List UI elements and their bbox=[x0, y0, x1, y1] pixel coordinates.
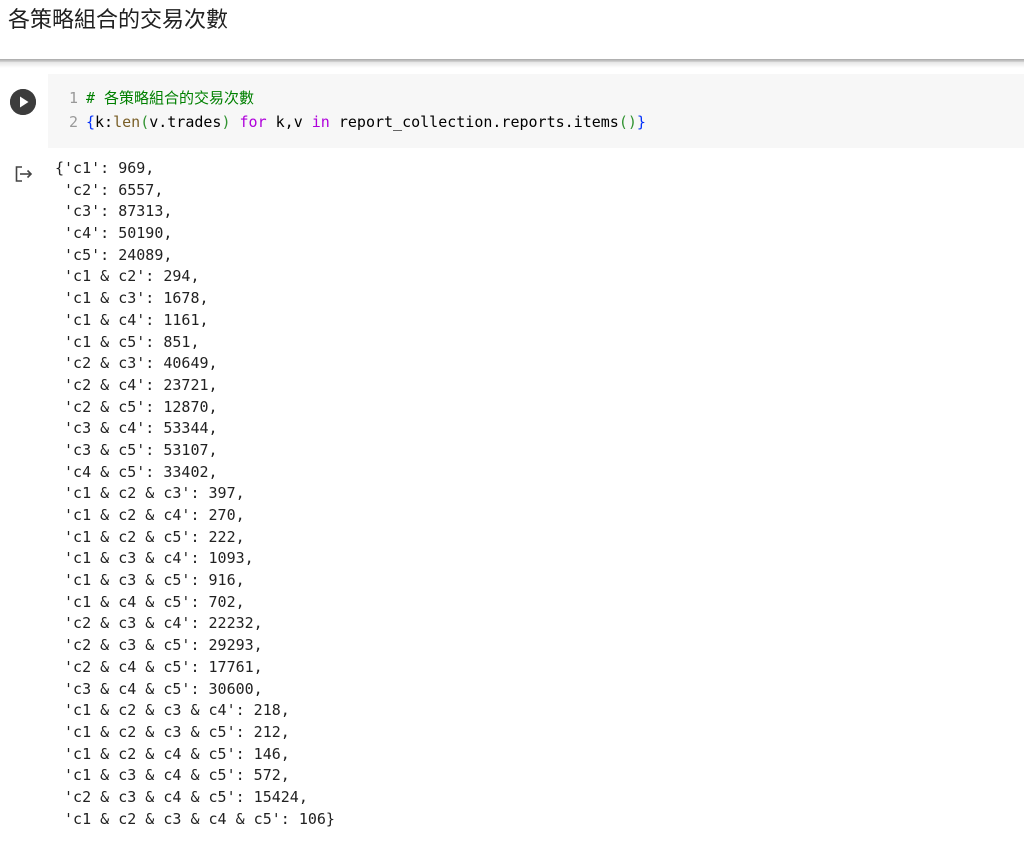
output-line: {'c1': 969, bbox=[55, 159, 155, 177]
output-line: 'c4 & c5': 33402, bbox=[55, 462, 218, 481]
line-number: 1 bbox=[68, 89, 78, 107]
output-line: 'c1 & c2 & c3 & c5': 212, bbox=[55, 722, 290, 741]
header-shadow bbox=[0, 62, 1024, 68]
output-arrow-icon-svg bbox=[15, 166, 33, 182]
output-line: 'c1 & c2': 294, bbox=[55, 267, 200, 286]
output-line: 'c2 & c3 & c4 & c5': 15424, bbox=[55, 787, 308, 806]
run-cell-button[interactable] bbox=[10, 89, 36, 115]
code-builtin-len: len bbox=[113, 113, 141, 131]
output-line: 'c1 & c3 & c5': 916, bbox=[55, 571, 245, 590]
code-cell[interactable]: 1 # 各策略組合的交易次數 2 {k:len(v.trades) for k,v … bbox=[0, 74, 1024, 148]
output-line: 'c2 & c4': 23721, bbox=[55, 375, 218, 394]
output-line: 'c1 & c4': 1161, bbox=[55, 310, 209, 329]
output-line: 'c1 & c2 & c3 & c4': 218, bbox=[55, 701, 290, 720]
code-line-2: 2 {k:len(v.trades) for k,v in report_coll… bbox=[48, 110, 646, 134]
output-line: 'c1 & c3': 1678, bbox=[55, 289, 209, 308]
code-arg: v.trades bbox=[149, 113, 222, 131]
code-keyword-for: for bbox=[239, 113, 267, 131]
output-line: 'c1 & c3 & c4': 1093, bbox=[55, 549, 254, 568]
notebook-text-cell: 各策略組合的交易次數 bbox=[0, 0, 1024, 68]
output-line: 'c3 & c4 & c5': 30600, bbox=[55, 679, 263, 698]
output-line: 'c5': 24089, bbox=[55, 245, 173, 264]
output-line: 'c3': 87313, bbox=[55, 202, 173, 221]
section-title: 各策略組合的交易次數 bbox=[8, 8, 229, 33]
output-line: 'c4': 50190, bbox=[55, 224, 173, 243]
code-close-paren: ) bbox=[221, 113, 231, 131]
code-line-1: 1 # 各策略組合的交易次數 bbox=[48, 86, 254, 110]
output-line: 'c1 & c2 & c3 & c4 & c5': 106} bbox=[55, 809, 335, 828]
output-line: 'c2 & c3': 40649, bbox=[55, 354, 218, 373]
output-arrow-icon[interactable] bbox=[14, 165, 34, 183]
cell-output: {'c1': 969, 'c2': 6557, 'c3': 87313, 'c4… bbox=[0, 155, 1024, 845]
output-line: 'c2': 6557, bbox=[55, 180, 164, 199]
output-line: 'c3 & c5': 53107, bbox=[55, 440, 218, 459]
code-comment: # 各策略組合的交易次數 bbox=[86, 89, 255, 107]
code-close-brace: } bbox=[636, 113, 646, 131]
output-text: {'c1': 969, 'c2': 6557, 'c3': 87313, 'c4… bbox=[55, 158, 335, 830]
code-call-parens: () bbox=[618, 113, 637, 131]
code-keyword-in: in bbox=[311, 113, 330, 131]
play-circle-icon[interactable] bbox=[10, 89, 36, 115]
code-loop-vars: k,v bbox=[266, 113, 312, 131]
output-line: 'c1 & c2 & c5': 222, bbox=[55, 527, 245, 546]
output-line: 'c1 & c2 & c3': 397, bbox=[55, 484, 245, 503]
output-line: 'c3 & c4': 53344, bbox=[55, 419, 218, 438]
output-line: 'c1 & c5': 851, bbox=[55, 332, 200, 351]
code-open-brace: { bbox=[86, 113, 96, 131]
line-number: 2 bbox=[68, 113, 78, 131]
code-open-paren: ( bbox=[140, 113, 150, 131]
output-line: 'c1 & c2 & c4 & c5': 146, bbox=[55, 744, 290, 763]
output-line: 'c1 & c2 & c4': 270, bbox=[55, 506, 245, 524]
output-line: 'c1 & c3 & c4 & c5': 572, bbox=[55, 766, 290, 785]
output-line: 'c2 & c3 & c4': 22232, bbox=[55, 614, 263, 633]
code-editor[interactable]: 1 # 各策略組合的交易次數 2 {k:len(v.trades) for k,v … bbox=[48, 74, 1024, 148]
code-key-var: k: bbox=[95, 113, 114, 131]
output-line: 'c2 & c5': 12870, bbox=[55, 397, 218, 416]
code-iterable: report_collection.reports.items bbox=[329, 113, 619, 131]
output-line: 'c1 & c4 & c5': 702, bbox=[55, 592, 245, 611]
output-line: 'c2 & c4 & c5': 17761, bbox=[55, 657, 263, 676]
output-line: 'c2 & c3 & c5': 29293, bbox=[55, 636, 263, 655]
